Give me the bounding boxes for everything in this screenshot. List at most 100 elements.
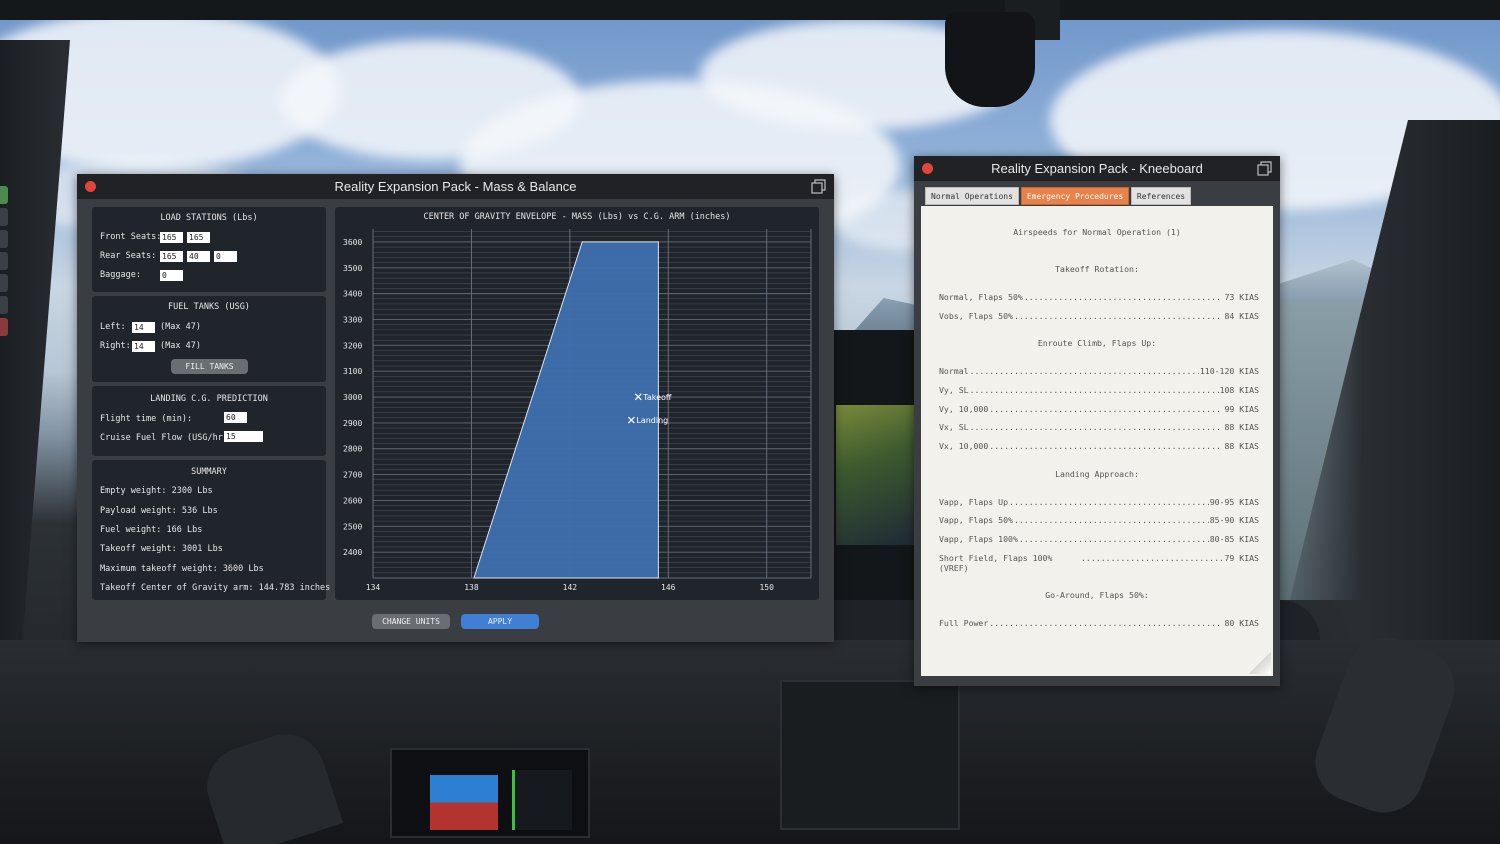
- flight-time-input[interactable]: 60: [224, 412, 247, 423]
- section-landing-approach: Landing Approach:: [1055, 469, 1139, 479]
- toolbar-tab[interactable]: [0, 274, 8, 292]
- y-tick-label: 3000: [343, 393, 362, 402]
- restore-window-icon[interactable]: [1257, 161, 1272, 176]
- side-toolbar: [0, 186, 8, 346]
- rear-seat-3-input[interactable]: 0: [214, 251, 237, 262]
- y-tick-label: 2400: [343, 548, 362, 557]
- airspeed-value: 108 KIAS: [1219, 385, 1259, 395]
- airspeed-label-note: (VREF): [939, 563, 969, 573]
- restore-window-icon[interactable]: [811, 179, 826, 194]
- tab-emergency-procedures[interactable]: Emergency Procedures: [1021, 187, 1129, 205]
- front-seat-2-input[interactable]: 165: [187, 232, 210, 243]
- landing-label: Landing: [636, 416, 668, 425]
- airspeed-value: 85-90 KIAS: [1209, 515, 1259, 525]
- front-seats-label: Front Seats:: [100, 232, 162, 242]
- x-tick-label: 138: [464, 583, 479, 592]
- airspeed-value: 84 KIAS: [1224, 311, 1259, 321]
- cockpit-frame-top: [0, 0, 1500, 20]
- baggage-input[interactable]: 0: [160, 270, 183, 281]
- close-icon[interactable]: [85, 181, 96, 192]
- takeoff-label: Takeoff: [642, 393, 672, 402]
- dot-leader: ........................................…: [1009, 497, 1209, 507]
- empty-weight: Empty weight: 2300 Lbs: [100, 486, 213, 496]
- chart-title: CENTER OF GRAVITY ENVELOPE - MASS (Lbs) …: [423, 212, 730, 222]
- dot-leader: ........................................…: [969, 385, 1219, 395]
- toolbar-tab[interactable]: [0, 252, 8, 270]
- airspeed-row: Vx, SL 88 KIAS...........................…: [939, 422, 1259, 432]
- summary-title: SUMMARY: [191, 467, 227, 477]
- section-go-around: Go-Around, Flaps 50%:: [1045, 590, 1149, 600]
- attitude-indicator: [430, 775, 498, 830]
- landing-cg-panel: LANDING C.G. PREDICTION Flight time (min…: [92, 386, 326, 456]
- mass-balance-titlebar[interactable]: Reality Expansion Pack - Mass & Balance: [77, 174, 834, 199]
- cg-envelope-chart: CENTER OF GRAVITY ENVELOPE - MASS (Lbs) …: [343, 212, 812, 592]
- x-tick-label: 134: [366, 583, 381, 592]
- fuel-weight: Fuel weight: 166 Lbs: [100, 525, 203, 535]
- airspeed-row: Vapp, Flaps 100% 80-85 KIAS..............…: [939, 534, 1259, 544]
- airspeed-label: Vy, 10,000: [939, 404, 989, 414]
- airspeed-row: Vobs, Flaps 50% 84 KIAS..................…: [939, 311, 1259, 321]
- left-tank-input[interactable]: 14: [132, 322, 155, 333]
- flight-time-label: Flight time (min):: [100, 414, 193, 424]
- y-tick-label: 3400: [343, 290, 362, 299]
- load-stations-panel: LOAD STATIONS (Lbs) Front Seats: 165 165…: [92, 207, 326, 292]
- airspeed-label: Full Power: [939, 618, 989, 628]
- airspeed-row: Vy, SL 108 KIAS..........................…: [939, 385, 1259, 395]
- payload-weight: Payload weight: 536 Lbs: [100, 506, 218, 516]
- y-tick-label: 2900: [343, 419, 362, 428]
- window-title: Reality Expansion Pack - Kneeboard: [991, 161, 1203, 176]
- takeoff-cg-arm: Takeoff Center of Gravity arm: 144.783 i…: [100, 583, 331, 593]
- change-units-button[interactable]: CHANGE UNITS: [372, 614, 450, 629]
- toolbar-tab[interactable]: [0, 296, 8, 314]
- y-tick-label: 3500: [343, 264, 362, 273]
- y-tick-label: 3200: [343, 341, 362, 350]
- left-tank-max: (Max 47): [160, 322, 201, 332]
- airspeed-value: 99 KIAS: [1224, 404, 1259, 414]
- airspeed-row: Vapp, Flaps Up 90-95 KIAS................…: [939, 497, 1259, 507]
- airspeed-label: Normal, Flaps 50%: [939, 292, 1023, 302]
- rear-seat-1-input[interactable]: 165: [160, 251, 183, 262]
- fuel-tanks-panel: FUEL TANKS (USG) Left: 14 (Max 47) Right…: [92, 296, 326, 382]
- airspeed-value: 80 KIAS: [1224, 618, 1259, 628]
- window-title: Reality Expansion Pack - Mass & Balance: [334, 179, 577, 194]
- toolbar-tab[interactable]: [0, 230, 8, 248]
- fill-tanks-button[interactable]: FILL TANKS: [171, 359, 248, 374]
- airspeed-label: Vobs, Flaps 50%: [939, 311, 1013, 321]
- apply-button[interactable]: APPLY: [461, 614, 539, 629]
- toolbar-tab[interactable]: [0, 208, 8, 226]
- y-tick-label: 2800: [343, 445, 362, 454]
- airspeed-row: Vx, 10,000 88 KIAS.......................…: [939, 441, 1259, 451]
- rear-seat-2-input[interactable]: 40: [187, 251, 210, 262]
- page-curl-icon[interactable]: [1249, 652, 1271, 674]
- mfd-map: [836, 405, 914, 545]
- y-tick-label: 3600: [343, 238, 362, 247]
- airspeed-value: 90-95 KIAS: [1209, 497, 1259, 507]
- cg-envelope-chart-panel: CENTER OF GRAVITY ENVELOPE - MASS (Lbs) …: [335, 207, 819, 600]
- tab-references[interactable]: References: [1131, 187, 1191, 205]
- max-takeoff-weight: Maximum takeoff weight: 3600 Lbs: [100, 564, 264, 574]
- toolbar-tab[interactable]: [0, 186, 8, 204]
- airspeed-row: Full Power 80 KIAS.......................…: [939, 618, 1259, 628]
- y-tick-label: 3100: [343, 367, 362, 376]
- airspeed-row: Normal 110-120 KIAS......................…: [939, 366, 1259, 376]
- cruise-fuel-flow-input[interactable]: 15: [224, 431, 263, 442]
- tab-normal-operations[interactable]: Normal Operations: [925, 187, 1019, 205]
- front-seat-1-input[interactable]: 165: [160, 232, 183, 243]
- kneeboard-window: Reality Expansion Pack - Kneeboard Norma…: [914, 156, 1280, 686]
- airspeed-value: 88 KIAS: [1224, 422, 1259, 432]
- toolbar-tab[interactable]: [0, 318, 8, 336]
- landing-cg-title: LANDING C.G. PREDICTION: [150, 394, 268, 404]
- rearview-mirror: [945, 12, 1035, 107]
- y-tick-label: 2600: [343, 496, 362, 505]
- y-tick-label: 2700: [343, 471, 362, 480]
- right-tank-input[interactable]: 14: [132, 341, 155, 352]
- airspeed-value: 110-120 KIAS: [1199, 366, 1259, 376]
- airspeed-row: Normal, Flaps 50% 73 KIAS................…: [939, 292, 1259, 302]
- dot-leader: ........................................…: [989, 404, 1223, 414]
- airspeed-label: Vapp, Flaps 50%: [939, 515, 1013, 525]
- close-icon[interactable]: [922, 163, 933, 174]
- takeoff-weight: Takeoff weight: 3001 Lbs: [100, 544, 223, 554]
- left-tank-label: Left:: [100, 322, 126, 332]
- section-enroute-climb: Enroute Climb, Flaps Up:: [1037, 338, 1157, 348]
- kneeboard-titlebar[interactable]: Reality Expansion Pack - Kneeboard: [914, 156, 1280, 181]
